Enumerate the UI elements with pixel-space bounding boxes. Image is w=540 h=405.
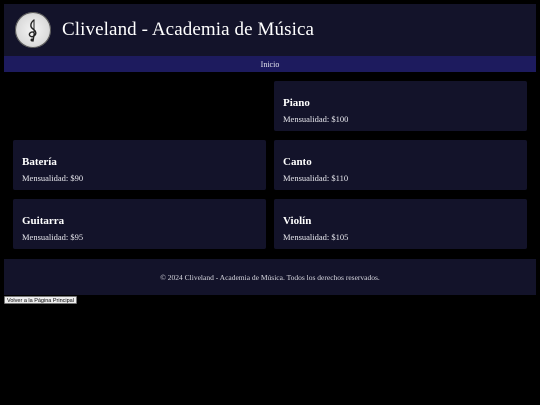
course-name: Violín (283, 215, 312, 227)
main-nav: Inicio (4, 56, 536, 72)
course-price: Mensualidad: $105 (283, 232, 349, 242)
copyright-text: © 2024 Cliveland - Academia de Música. T… (160, 272, 380, 282)
academy-logo (15, 12, 51, 48)
course-name: Piano (283, 97, 310, 109)
site-title: Cliveland - Academia de Música (62, 19, 315, 40)
course-price: Mensualidad: $110 (283, 173, 349, 183)
nav-link-inicio[interactable]: Inicio (261, 60, 280, 69)
course-card-canto: Canto Mensualidad: $110 (274, 140, 527, 190)
course-card-guitarra: Guitarra Mensualidad: $95 (13, 199, 266, 249)
course-card-piano: Piano Mensualidad: $100 (274, 81, 527, 131)
site-header: Cliveland - Academia de Música (4, 4, 536, 56)
course-card-violin: Violín Mensualidad: $105 (274, 199, 527, 249)
treble-clef-icon (24, 18, 42, 42)
site-footer: © 2024 Cliveland - Academia de Música. T… (4, 259, 536, 295)
course-price: Mensualidad: $90 (22, 173, 84, 183)
course-name: Guitarra (22, 215, 65, 227)
course-name: Canto (283, 156, 312, 168)
back-to-home-button[interactable]: Volver a la Página Principal (4, 296, 77, 304)
course-name: Batería (22, 156, 57, 168)
course-price: Mensualidad: $95 (22, 232, 84, 242)
course-price: Mensualidad: $100 (283, 114, 349, 124)
course-card-bateria: Batería Mensualidad: $90 (13, 140, 266, 190)
